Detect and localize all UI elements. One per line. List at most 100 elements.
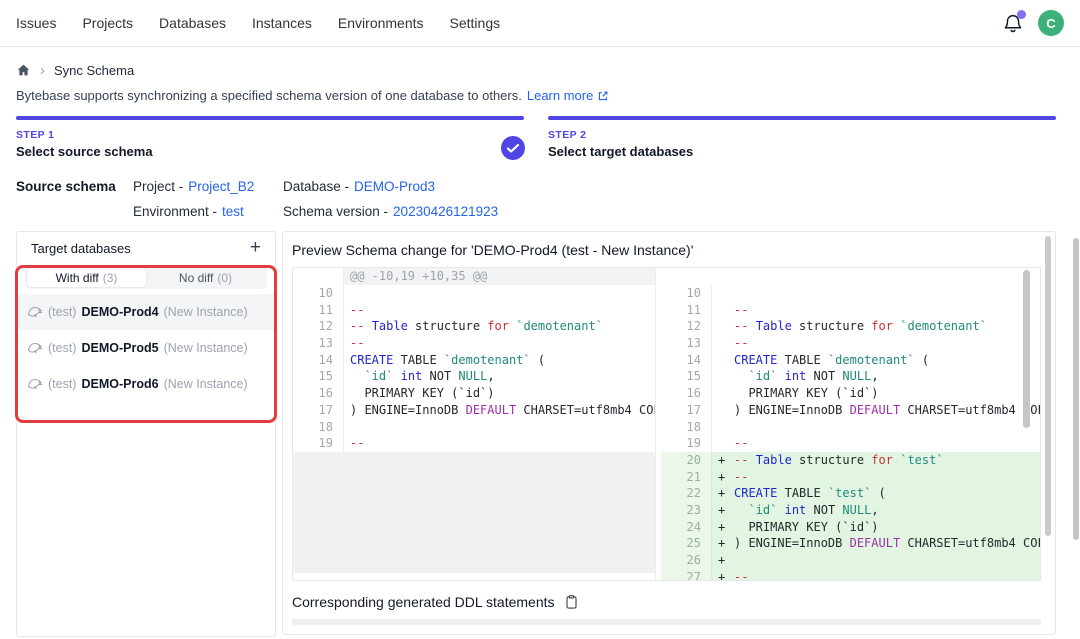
breadcrumb: › Sync Schema	[16, 63, 1056, 78]
add-target-database-button[interactable]: +	[248, 240, 263, 256]
home-icon[interactable]	[16, 63, 31, 78]
step1-title: Select source schema	[16, 144, 524, 159]
nav-right: C	[1002, 10, 1064, 36]
tab-no-diff-count: (0)	[217, 271, 232, 285]
diff-code-line: 27+--	[661, 569, 1040, 580]
diff-code-line: 11--	[661, 302, 1040, 319]
avatar[interactable]: C	[1038, 10, 1064, 36]
nav-item-environments[interactable]: Environments	[338, 15, 424, 31]
database-label: Database -	[283, 179, 349, 194]
source-schema-section: Source schema Project - Project_B2 Datab…	[16, 179, 1056, 219]
step2-progress-bar	[548, 116, 1056, 120]
target-panel-header: Target databases +	[17, 232, 275, 259]
field-project: Project - Project_B2	[133, 179, 283, 194]
diff-editor: @@ -10,19 +10,35 @@ 1011--12-- Table str…	[292, 267, 1041, 581]
external-link-icon	[597, 90, 609, 102]
db-item-demo-prod5[interactable]: (test) DEMO-Prod5 (New Instance)	[17, 330, 275, 366]
field-environment: Environment - test	[133, 204, 283, 219]
diff-filter-tabs: With diff (3) No diff (0)	[25, 266, 267, 289]
diff-code-line: 10	[661, 285, 1040, 302]
diff-right-spacer	[661, 268, 1040, 285]
diff-code-line: 17) ENGINE=InnoDB DEFAULT CHARSET=utf8mb…	[293, 402, 655, 419]
preview-title: Preview Schema change for 'DEMO-Prod4 (t…	[292, 242, 1041, 258]
diff-left-filler	[293, 452, 655, 573]
diff-code-line: 24+ PRIMARY KEY (`id`)	[661, 519, 1040, 536]
source-schema-heading: Source schema	[16, 179, 133, 219]
target-panel-title: Target databases	[31, 241, 131, 256]
tab-with-diff[interactable]: With diff (3)	[27, 268, 146, 287]
diff-code-line: 18	[293, 419, 655, 436]
copy-clipboard-icon[interactable]	[564, 594, 579, 610]
diff-code-line: 15 `id` int NOT NULL,	[661, 368, 1040, 385]
notifications-bell-icon[interactable]	[1002, 12, 1024, 34]
diff-code-line: 22+CREATE TABLE `test` (	[661, 485, 1040, 502]
breadcrumb-current: Sync Schema	[54, 63, 134, 78]
environment-link[interactable]: test	[222, 204, 244, 219]
diff-code-line: 16 PRIMARY KEY (`id`)	[293, 385, 655, 402]
learn-more-link[interactable]: Learn more	[527, 88, 609, 103]
tab-no-diff[interactable]: No diff (0)	[146, 268, 265, 287]
db-name: DEMO-Prod4	[81, 305, 158, 319]
schema-preview-panel: Preview Schema change for 'DEMO-Prod4 (t…	[282, 231, 1056, 635]
page-content: › Sync Schema Bytebase supports synchron…	[0, 63, 1080, 637]
target-databases-panel: Target databases + With diff (3) No diff…	[16, 231, 276, 637]
database-link[interactable]: DEMO-Prod3	[354, 179, 435, 194]
nav-item-settings[interactable]: Settings	[450, 15, 501, 31]
top-nav: Issues Projects Databases Instances Envi…	[0, 0, 1080, 47]
editor-vertical-scrollbar[interactable]	[1023, 270, 1030, 428]
main-area: Target databases + With diff (3) No diff…	[16, 231, 1056, 637]
notification-dot	[1017, 10, 1026, 19]
diff-code-line: 17) ENGINE=InnoDB DEFAULT CHARSET=utf8mb…	[661, 402, 1040, 419]
diff-code-line: 14CREATE TABLE `demotenant` (	[661, 352, 1040, 369]
diff-code-line: 16 PRIMARY KEY (`id`)	[661, 385, 1040, 402]
target-database-list: (test) DEMO-Prod4 (New Instance) (test) …	[17, 294, 275, 402]
project-link[interactable]: Project_B2	[188, 179, 254, 194]
diff-code-line: 19--	[293, 435, 655, 452]
step2-title: Select target databases	[548, 144, 1056, 159]
diff-code-line: 26+	[661, 552, 1040, 569]
db-item-demo-prod4[interactable]: (test) DEMO-Prod4 (New Instance)	[17, 294, 275, 330]
nav-item-projects[interactable]: Projects	[82, 15, 133, 31]
nav-item-issues[interactable]: Issues	[16, 15, 56, 31]
preview-panel-scrollbar[interactable]	[1045, 236, 1051, 536]
diff-hunk-header: @@ -10,19 +10,35 @@	[344, 268, 655, 285]
intro-text: Bytebase supports synchronizing a specif…	[16, 88, 1056, 103]
diff-right-code: 1011--12-- Table structure for `demotena…	[661, 285, 1040, 580]
nav-item-databases[interactable]: Databases	[159, 15, 226, 31]
source-schema-fields: Project - Project_B2 Database - DEMO-Pro…	[133, 179, 498, 219]
ddl-editor-top-strip	[292, 619, 1041, 625]
db-name: DEMO-Prod5	[81, 341, 158, 355]
tab-with-diff-label: With diff	[56, 271, 99, 285]
schema-version-link[interactable]: 20230426121923	[393, 204, 498, 219]
db-item-demo-prod6[interactable]: (test) DEMO-Prod6 (New Instance)	[17, 366, 275, 402]
diff-code-line: 23+ `id` int NOT NULL,	[661, 502, 1040, 519]
step1-progress-bar	[16, 116, 524, 120]
diff-code-line: 10	[293, 285, 655, 302]
field-schema-version: Schema version - 20230426121923	[283, 204, 498, 219]
schema-version-label: Schema version -	[283, 204, 388, 219]
mysql-dolphin-icon	[27, 304, 43, 320]
step1-label: STEP 1	[16, 129, 524, 141]
nav-item-instances[interactable]: Instances	[252, 15, 312, 31]
steps: STEP 1 Select source schema STEP 2 Selec…	[16, 116, 1056, 159]
db-name: DEMO-Prod6	[81, 377, 158, 391]
db-suffix: (New Instance)	[164, 305, 248, 319]
db-env: (test)	[48, 341, 76, 355]
main-nav: Issues Projects Databases Instances Envi…	[16, 15, 500, 31]
diff-code-line: 11--	[293, 302, 655, 319]
page-scrollbar[interactable]	[1073, 238, 1079, 540]
mysql-dolphin-icon	[27, 376, 43, 392]
db-suffix: (New Instance)	[164, 341, 248, 355]
db-suffix: (New Instance)	[164, 377, 248, 391]
diff-code-line: 15 `id` int NOT NULL,	[293, 368, 655, 385]
step2-label: STEP 2	[548, 129, 1056, 141]
mysql-dolphin-icon	[27, 340, 43, 356]
environment-label: Environment -	[133, 204, 217, 219]
db-env: (test)	[48, 305, 76, 319]
diff-pane-original: @@ -10,19 +10,35 @@ 1011--12-- Table str…	[293, 268, 655, 580]
diff-pane-modified: 1011--12-- Table structure for `demotena…	[661, 268, 1040, 580]
tab-with-diff-count: (3)	[103, 271, 118, 285]
step-1: STEP 1 Select source schema	[16, 116, 524, 159]
diff-code-line: 12-- Table structure for `demotenant`	[661, 318, 1040, 335]
step-2: STEP 2 Select target databases	[548, 116, 1056, 159]
